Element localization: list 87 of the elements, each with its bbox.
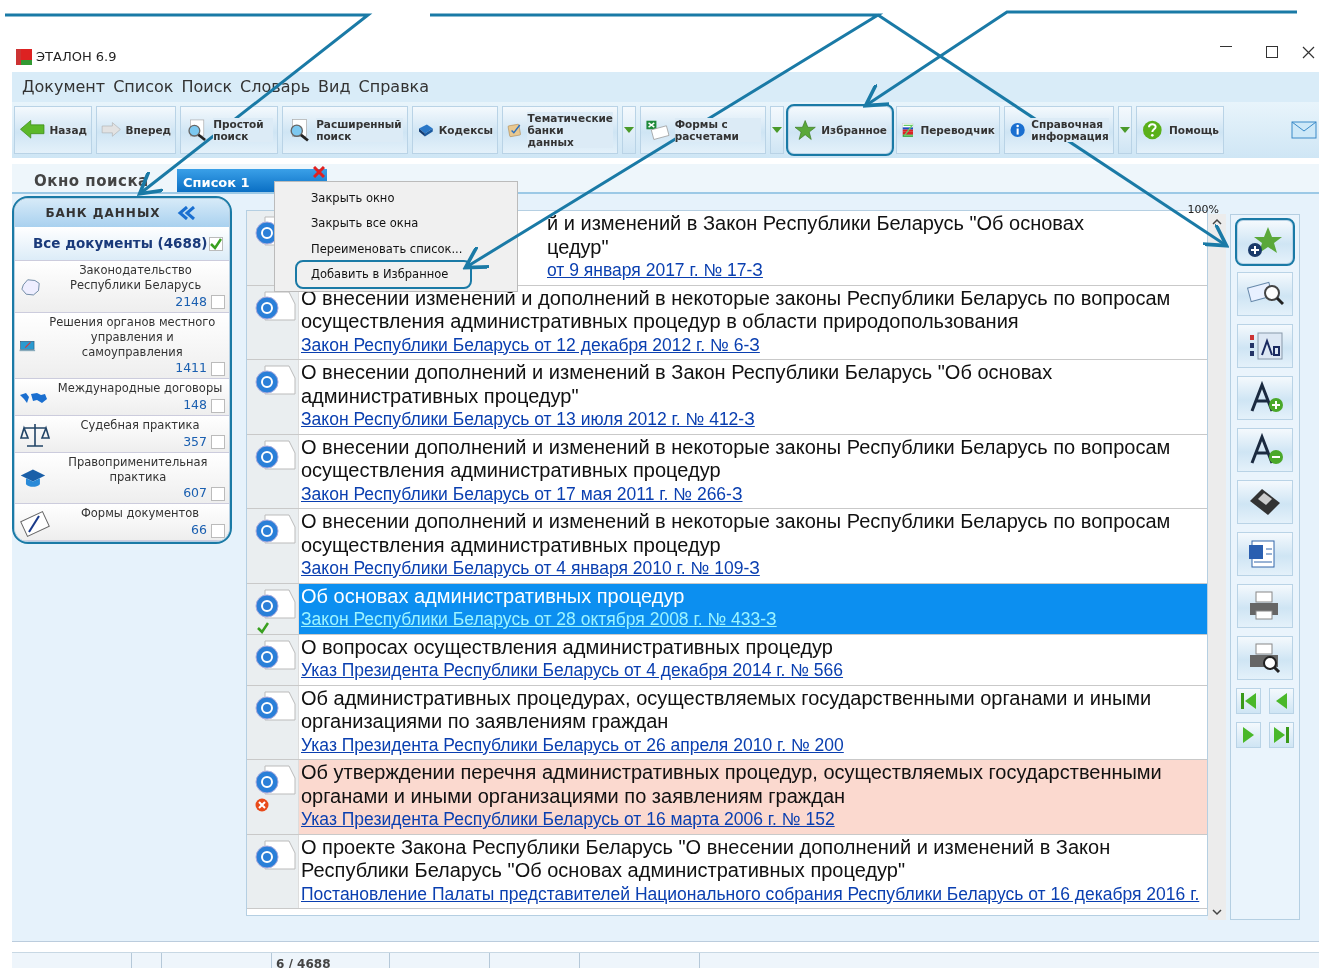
- tool-button[interactable]: [1237, 376, 1293, 420]
- tool-button[interactable]: [1237, 324, 1293, 368]
- checkbox[interactable]: [211, 361, 225, 376]
- last-page-icon: [1272, 725, 1291, 745]
- toolbar-button[interactable]: Простой поиск: [180, 106, 278, 154]
- scroll-up-icon[interactable]: [1212, 218, 1222, 225]
- toolbar-button[interactable]: Переводчик: [896, 106, 1000, 154]
- next-button[interactable]: [1236, 722, 1261, 748]
- data-bank-name[interactable]: Решения органов местного управления и самоуправления: [39, 314, 225, 360]
- tool-button[interactable]: [1237, 532, 1293, 576]
- checkbox[interactable]: [211, 435, 225, 450]
- checkbox[interactable]: [211, 523, 225, 538]
- document-title[interactable]: О внесении дополнений и изменений в Закон Республики Беларусь "Об основах административных процедур": [301, 361, 1203, 408]
- previous-button[interactable]: [1269, 688, 1294, 714]
- menu-item[interactable]: Закрыть все окна: [297, 211, 441, 237]
- world-map-icon: [19, 392, 48, 405]
- scrollbar[interactable]: [1208, 214, 1226, 920]
- toolbar-button[interactable]: Расширенный поиск: [282, 106, 408, 154]
- close-icon[interactable]: [313, 166, 325, 178]
- toolbar-button[interactable]: Избранное: [788, 106, 892, 154]
- checkbox[interactable]: [211, 295, 225, 310]
- tool-button[interactable]: [1237, 220, 1293, 264]
- caret-icon: [1120, 127, 1130, 133]
- first-page-icon: [1239, 691, 1258, 711]
- first-page-button[interactable]: [1236, 688, 1261, 714]
- document-link[interactable]: Закон Республики Беларусь от 12 декабря 2012 г. № 6-З: [301, 333, 760, 357]
- document-link[interactable]: Постановление Палаты представителей Национального собрания Республики Беларусь от 16 декабря 2016 г.: [301, 882, 1200, 906]
- toolbar-button[interactable]: Назад: [14, 106, 92, 154]
- toolbar-button[interactable]: Кодексы: [412, 106, 498, 154]
- document-link[interactable]: Указ Президента Республики Беларусь от 16 марта 2006 г. № 152: [301, 808, 835, 832]
- toolbar-button[interactable]: Помощь: [1136, 106, 1224, 154]
- document-link[interactable]: Закон Республики Беларусь от 17 мая 2011 г. № 266-З: [301, 482, 743, 506]
- document-title[interactable]: Об утверждении перечня административных процедур, осуществляемых государственными органами и иными организациями по заявлениям граждан: [301, 761, 1203, 808]
- menu-item[interactable]: Поиск: [177, 75, 237, 99]
- checkbox[interactable]: [211, 398, 225, 413]
- data-bank-name[interactable]: Формы документов: [55, 506, 225, 522]
- data-bank-name[interactable]: Законодательство Республики Беларусь: [46, 263, 225, 293]
- caret-icon: [624, 127, 634, 133]
- menu-item[interactable]: Вид: [314, 75, 355, 99]
- document-link[interactable]: Указ Президента Республики Беларусь от 4 декабря 2014 г. № 566: [301, 659, 844, 683]
- zoom-level: 100%: [1187, 202, 1219, 218]
- checkbox[interactable]: [211, 486, 225, 501]
- scroll-down-icon[interactable]: [1212, 909, 1222, 916]
- document-count: 66: [191, 521, 207, 540]
- document-link[interactable]: Указ Президента Республики Беларусь от 26 апреля 2010 г. № 200: [301, 733, 844, 757]
- add-star-icon: [1246, 225, 1284, 259]
- document-title[interactable]: О внесении дополнений и изменений в некоторые законы Республики Беларусь по вопросам осуществления административных процедур: [301, 510, 1203, 557]
- caret-icon: [772, 127, 782, 133]
- document-link[interactable]: Закон Республики Беларусь от 4 января 2010 г. № 109-З: [301, 557, 760, 581]
- window-title: ЭТАЛОН 6.9: [36, 48, 117, 67]
- flag-icon: [16, 49, 32, 65]
- dropdown-button[interactable]: [622, 106, 636, 154]
- document-count: 1411: [175, 359, 207, 378]
- menu-item[interactable]: Список: [109, 75, 178, 99]
- menu-item[interactable]: Документ: [18, 75, 110, 99]
- tool-button[interactable]: [1237, 428, 1293, 472]
- document-link[interactable]: Закон Республики Беларусь от 13 июля 2012 г. № 412-З: [301, 408, 755, 432]
- data-bank-name[interactable]: Правоприменительная практика: [50, 454, 225, 485]
- tool-button[interactable]: [1237, 480, 1293, 524]
- document-count: 357: [183, 432, 207, 451]
- document-title[interactable]: О внесении дополнений и изменений в некоторые законы Республики Беларусь по вопросам осуществления административных процедур: [301, 435, 1203, 483]
- document-title[interactable]: Об административных процедурах, осуществляемых государственными органами и иными организациями по заявлениям граждан: [301, 686, 1203, 734]
- last-page-button[interactable]: [1269, 722, 1294, 748]
- menu-item[interactable]: Добавить в Избранное: [297, 261, 471, 287]
- document-link[interactable]: от 9 января 2017 г. № 17-З: [547, 259, 763, 283]
- menu-item[interactable]: Переименовать список...: [297, 236, 485, 262]
- toolbar-button[interactable]: Вперед: [96, 106, 176, 154]
- dropdown-button[interactable]: [1118, 106, 1132, 154]
- document-count: 148: [183, 396, 207, 415]
- document-title[interactable]: О вопросах осуществления административных процедур: [301, 635, 833, 659]
- document-count: 2148: [175, 292, 207, 311]
- toolbar-button[interactable]: Тематические банки данных: [502, 106, 618, 154]
- maximize-icon[interactable]: [1266, 46, 1278, 58]
- toolbar-button[interactable]: Формы с расчетами: [640, 106, 766, 154]
- panel-title: БАНК ДАННЫХ: [45, 205, 161, 222]
- checkbox[interactable]: [209, 236, 223, 251]
- menu-item[interactable]: Справка: [354, 75, 434, 99]
- dropdown-button[interactable]: [770, 106, 784, 154]
- data-bank-name[interactable]: Международные договоры: [55, 381, 225, 397]
- toolbar-button[interactable]: Справочная информация: [1004, 106, 1114, 154]
- document-title[interactable]: цедур": [547, 235, 609, 259]
- document-title[interactable]: О проекте Закона Республики Беларусь "О внесении дополнений и изменений в Закон Республики Беларусь "Об основах административных процедур": [301, 835, 1203, 883]
- document-count: 607: [183, 484, 207, 503]
- data-bank-name[interactable]: Судебная практика: [55, 417, 225, 433]
- close-icon[interactable]: [1302, 46, 1315, 59]
- tool-button[interactable]: [1237, 636, 1293, 680]
- tool-button[interactable]: [1237, 272, 1293, 316]
